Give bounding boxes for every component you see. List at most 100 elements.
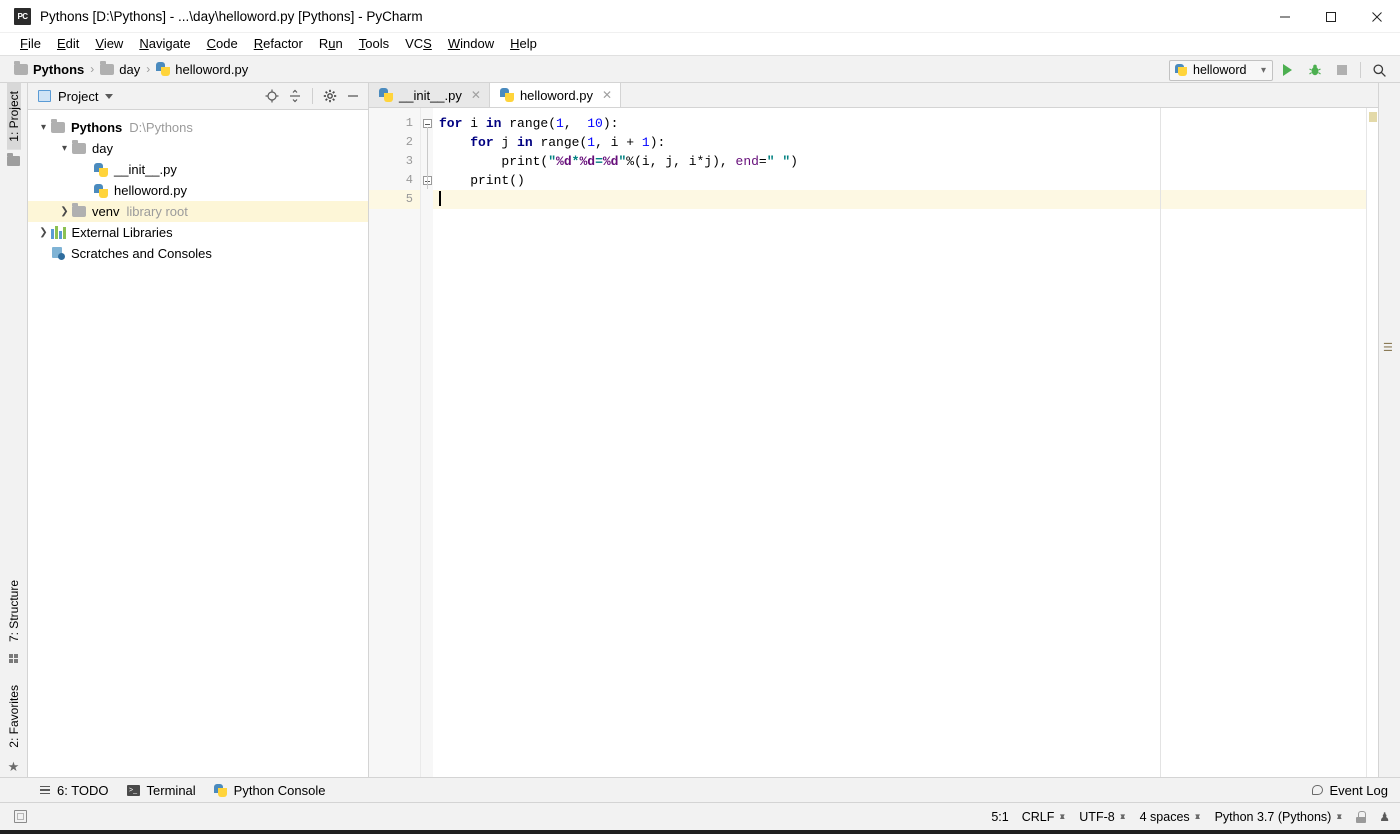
event-log-button[interactable]: Event Log bbox=[1312, 783, 1388, 798]
editor-area: __init__.py ✕ helloword.py ✕ 1 2 3 4 5 f… bbox=[369, 83, 1378, 777]
tool-window-python-console[interactable]: Python Console bbox=[213, 782, 326, 798]
search-everywhere-button[interactable] bbox=[1367, 58, 1392, 83]
stop-button[interactable] bbox=[1329, 58, 1354, 83]
python-file-icon bbox=[156, 62, 171, 76]
collapse-all-button[interactable] bbox=[285, 86, 305, 106]
locate-button[interactable] bbox=[262, 86, 282, 106]
project-window-icon bbox=[38, 90, 51, 102]
breadcrumb-separator: › bbox=[90, 62, 95, 76]
text-caret bbox=[439, 191, 441, 206]
tree-row-pythons[interactable]: ▾ Pythons D:\Pythons bbox=[28, 117, 368, 138]
breadcrumb-separator: › bbox=[146, 62, 151, 76]
tree-path: D:\Pythons bbox=[129, 120, 193, 135]
debug-button[interactable] bbox=[1302, 58, 1327, 83]
error-stripe-marker-bar[interactable] bbox=[1366, 108, 1378, 777]
python-file-icon bbox=[499, 88, 514, 102]
tree-row-init[interactable]: __init__.py bbox=[28, 159, 368, 180]
line-number: 5 bbox=[369, 190, 420, 209]
bug-icon bbox=[1308, 64, 1321, 76]
collapse-all-icon bbox=[290, 89, 300, 103]
chevron-down-icon[interactable]: ▾ bbox=[36, 122, 51, 133]
tab-init-py[interactable]: __init__.py ✕ bbox=[369, 83, 490, 107]
navigation-bar: Pythons › day › helloword.py helloword ▾ bbox=[0, 55, 1400, 83]
folder-icon bbox=[72, 203, 86, 217]
tree-row-scratches[interactable]: Scratches and Consoles bbox=[28, 243, 368, 264]
tool-window-terminal[interactable]: >_ Terminal bbox=[126, 782, 196, 798]
run-triangle-icon bbox=[1283, 64, 1292, 76]
chevron-right-icon[interactable]: ❯ bbox=[57, 206, 72, 217]
settings-button[interactable] bbox=[320, 86, 340, 106]
run-button[interactable] bbox=[1275, 58, 1300, 83]
tree-row-venv[interactable]: ❯ venv library root bbox=[28, 201, 368, 222]
hide-panel-button[interactable] bbox=[343, 86, 363, 106]
pycharm-window: PC Pythons [D:\Pythons] - ...\day\hellow… bbox=[0, 0, 1400, 834]
chevron-down-icon bbox=[105, 93, 114, 99]
terminal-icon: >_ bbox=[126, 784, 140, 796]
menu-refactor[interactable]: Refactor bbox=[246, 33, 311, 55]
python-interpreter[interactable]: Python 3.7 (Pythons) ▲ ▼ bbox=[1215, 810, 1344, 824]
code-line-5 bbox=[433, 190, 1366, 209]
line-number: 2 bbox=[405, 135, 413, 149]
tab-helloword-py[interactable]: helloword.py ✕ bbox=[489, 83, 622, 107]
tool-window-label: Terminal bbox=[146, 782, 196, 798]
minimize-icon bbox=[1280, 16, 1290, 17]
breadcrumb-item-day[interactable]: day bbox=[119, 62, 140, 77]
breadcrumb-item-file[interactable]: helloword.py bbox=[175, 62, 248, 77]
caret-position[interactable]: 5:1 bbox=[991, 810, 1008, 824]
tree-row-helloword[interactable]: helloword.py bbox=[28, 180, 368, 201]
tab-label: helloword.py bbox=[519, 87, 593, 103]
breadcrumb-item-project[interactable]: Pythons bbox=[33, 62, 84, 77]
tree-label: __init__.py bbox=[114, 162, 177, 177]
fold-region-line bbox=[426, 127, 428, 189]
menu-help[interactable]: Help bbox=[502, 33, 545, 55]
run-configuration-selector[interactable]: helloword ▾ bbox=[1169, 59, 1273, 81]
panel-divider bbox=[312, 88, 313, 104]
code-content[interactable]: for i in range(1, 10): for j in range(1,… bbox=[433, 108, 1366, 777]
close-button[interactable] bbox=[1354, 0, 1400, 33]
menu-code[interactable]: Code bbox=[199, 33, 246, 55]
close-icon[interactable]: ✕ bbox=[602, 88, 612, 102]
file-encoding[interactable]: UTF-8 ▲ ▼ bbox=[1079, 810, 1126, 824]
menu-navigate[interactable]: Navigate bbox=[131, 33, 198, 55]
maximize-button[interactable] bbox=[1308, 0, 1354, 33]
minimize-button[interactable] bbox=[1262, 0, 1308, 33]
target-icon bbox=[265, 89, 279, 103]
menu-vcs[interactable]: VCS bbox=[397, 33, 440, 55]
bubble-icon bbox=[1312, 785, 1324, 795]
menu-window[interactable]: Window bbox=[440, 33, 502, 55]
project-title-group[interactable]: Project bbox=[38, 89, 114, 104]
rail-label-project: 1: Project bbox=[6, 91, 21, 142]
toggle-toolwindows-button[interactable] bbox=[14, 810, 27, 823]
chevron-right-icon[interactable]: ❯ bbox=[36, 227, 51, 238]
indent-setting[interactable]: 4 spaces ▲ ▼ bbox=[1140, 810, 1202, 824]
rail-label-structure: 7: Structure bbox=[6, 580, 21, 643]
sidebar-item-project[interactable]: 1: Project bbox=[6, 83, 21, 150]
menu-view[interactable]: View bbox=[87, 33, 131, 55]
tool-window-label: 6: TODO bbox=[57, 782, 109, 798]
tree-row-day[interactable]: ▾ day bbox=[28, 138, 368, 159]
tool-window-todo[interactable]: 6: TODO bbox=[40, 783, 109, 798]
sidebar-item-favorites[interactable]: 2: Favorites bbox=[7, 677, 21, 756]
close-icon[interactable]: ✕ bbox=[471, 88, 481, 102]
tree-row-external-libraries[interactable]: ❯ External Libraries bbox=[28, 222, 368, 243]
close-icon bbox=[1372, 11, 1382, 22]
sidebar-item-structure[interactable]: 7: Structure bbox=[7, 572, 21, 650]
tree-path: library root bbox=[126, 204, 188, 219]
chevron-down-icon[interactable]: ▾ bbox=[57, 143, 72, 154]
menu-file[interactable]: File bbox=[12, 33, 49, 55]
status-bar: 5:1 CRLF ▲ ▼ UTF-8 ▲ ▼ 4 spaces ▲ ▼ Python … bbox=[0, 802, 1400, 830]
menu-run[interactable]: Run bbox=[311, 33, 351, 55]
lock-icon[interactable] bbox=[1356, 810, 1367, 823]
line-separator[interactable]: CRLF ▲ ▼ bbox=[1022, 810, 1067, 824]
star-icon: ★ bbox=[7, 759, 20, 774]
line-number-gutter: 1 2 3 4 5 bbox=[369, 108, 421, 777]
stripe-marker[interactable] bbox=[1369, 112, 1377, 122]
tool-window-label: Python Console bbox=[233, 782, 326, 798]
python-file-icon bbox=[94, 162, 108, 177]
menu-edit[interactable]: Edit bbox=[49, 33, 87, 55]
code-editor[interactable]: 1 2 3 4 5 for i in range(1, 10): for j i… bbox=[369, 108, 1378, 777]
event-log-label: Event Log bbox=[1329, 782, 1388, 798]
fold-gutter bbox=[421, 108, 433, 777]
menu-tools[interactable]: Tools bbox=[351, 33, 397, 55]
hector-icon[interactable]: ♟ bbox=[1379, 810, 1390, 824]
